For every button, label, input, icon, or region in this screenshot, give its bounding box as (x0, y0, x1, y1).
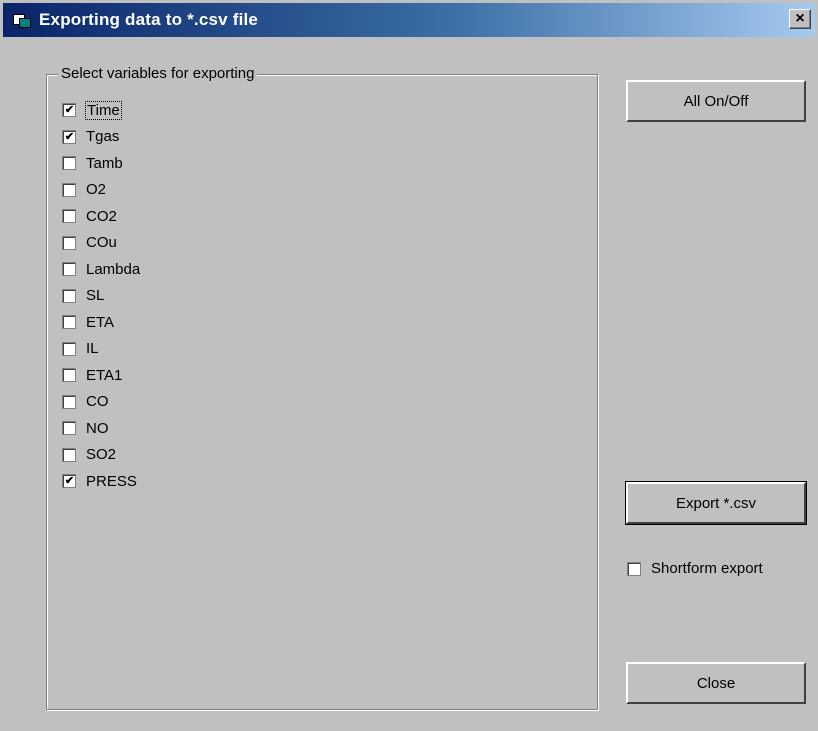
checkbox-label: IL (86, 340, 99, 358)
variable-checkbox-il[interactable]: IL (62, 336, 140, 363)
variable-checkbox-co2[interactable]: CO2 (62, 203, 140, 230)
checkbox[interactable] (62, 156, 76, 171)
variable-checkbox-time[interactable]: ✔ Time (62, 97, 140, 124)
app-icon (13, 12, 31, 28)
checkbox-label: ETA (86, 313, 115, 331)
shortform-export-checkbox[interactable]: Shortform export (627, 560, 763, 577)
export-csv-button[interactable]: Export *.csv (625, 481, 807, 525)
variable-checkbox-no[interactable]: NO (62, 415, 140, 442)
checkbox[interactable] (62, 288, 76, 303)
checkbox[interactable] (62, 368, 76, 383)
checkbox[interactable]: ✔ (62, 129, 76, 144)
checkbox[interactable]: ✔ (62, 103, 76, 118)
checkbox[interactable] (62, 235, 76, 250)
variable-checkbox-co[interactable]: CO (62, 389, 140, 416)
checkbox-label: PRESS (86, 472, 137, 490)
checkbox-label: ETA1 (86, 366, 123, 384)
variable-checkbox-press[interactable]: ✔ PRESS (62, 468, 140, 495)
checkbox[interactable] (62, 262, 76, 277)
checkbox[interactable] (62, 394, 76, 409)
checkbox[interactable] (62, 182, 76, 197)
checkbox-label: CO2 (86, 207, 117, 225)
all-on-off-button[interactable]: All On/Off (626, 80, 806, 122)
checkbox[interactable] (62, 315, 76, 330)
checkbox-label: COu (86, 234, 117, 252)
checkbox-label: Shortform export (651, 560, 763, 577)
checkbox-label: SO2 (86, 446, 117, 464)
variable-checkbox-list: ✔ Time ✔ Tgas Tamb O2 CO2 COu Lambda SL … (62, 97, 140, 495)
export-dialog: Exporting data to *.csv file × Select va… (0, 0, 818, 731)
variable-checkbox-tgas[interactable]: ✔ Tgas (62, 124, 140, 151)
groupbox-label: Select variables for exporting (58, 65, 258, 82)
checkbox[interactable] (62, 341, 76, 356)
variable-checkbox-o2[interactable]: O2 (62, 177, 140, 204)
checkbox[interactable] (627, 561, 641, 576)
checkmark-icon: ✔ (64, 104, 75, 117)
checkbox-label: O2 (86, 181, 107, 199)
variable-checkbox-so2[interactable]: SO2 (62, 442, 140, 469)
checkbox-label: Tgas (86, 128, 120, 146)
close-icon[interactable]: × (789, 9, 811, 29)
variable-checkbox-eta1[interactable]: ETA1 (62, 362, 140, 389)
variable-checkbox-cou[interactable]: COu (62, 230, 140, 257)
checkbox-label: Lambda (86, 260, 141, 278)
checkbox[interactable] (62, 209, 76, 224)
checkbox-label: SL (86, 287, 105, 305)
checkbox-label: Time (85, 100, 122, 120)
checkbox[interactable]: ✔ (62, 474, 76, 489)
variable-checkbox-sl[interactable]: SL (62, 283, 140, 310)
variable-checkbox-tamb[interactable]: Tamb (62, 150, 140, 177)
title-bar[interactable]: Exporting data to *.csv file × (3, 3, 815, 37)
checkbox[interactable] (62, 447, 76, 462)
checkbox[interactable] (62, 421, 76, 436)
close-button[interactable]: Close (626, 662, 806, 704)
window-title: Exporting data to *.csv file (39, 10, 259, 29)
checkmark-icon: ✔ (64, 130, 75, 143)
checkbox-label: NO (86, 419, 109, 437)
variable-checkbox-lambda[interactable]: Lambda (62, 256, 140, 283)
variable-checkbox-eta[interactable]: ETA (62, 309, 140, 336)
checkbox-label: Tamb (86, 154, 123, 172)
checkmark-icon: ✔ (64, 475, 75, 488)
checkbox-label: CO (86, 393, 109, 411)
